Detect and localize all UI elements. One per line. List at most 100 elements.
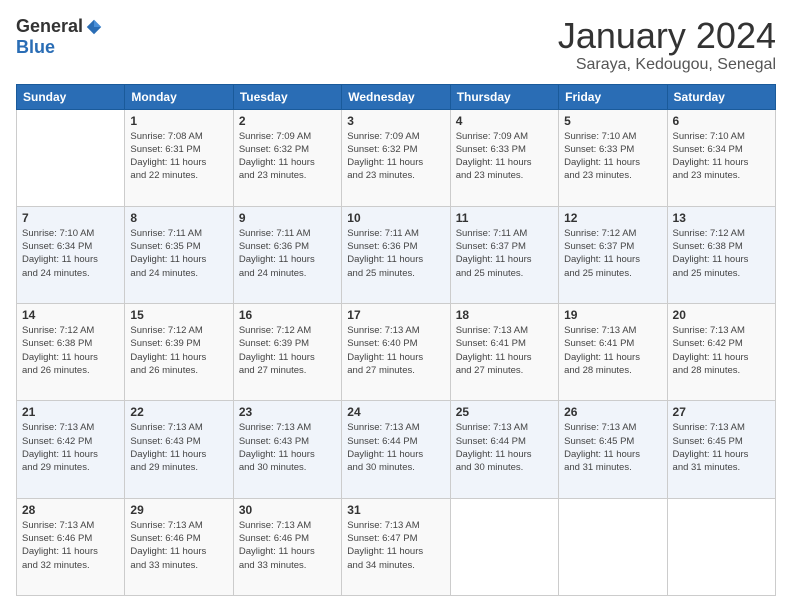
- day-number: 11: [456, 211, 553, 225]
- day-number: 5: [564, 114, 661, 128]
- day-cell: 5 Sunrise: 7:10 AMSunset: 6:33 PMDaylight…: [559, 109, 667, 206]
- day-cell: 24 Sunrise: 7:13 AMSunset: 6:44 PMDayligh…: [342, 401, 450, 498]
- day-number: 7: [22, 211, 119, 225]
- day-info: Sunrise: 7:11 AMSunset: 6:36 PMDaylight:…: [347, 227, 444, 280]
- location-subtitle: Saraya, Kedougou, Senegal: [558, 56, 776, 74]
- day-cell: 2 Sunrise: 7:09 AMSunset: 6:32 PMDaylight…: [233, 109, 341, 206]
- day-info: Sunrise: 7:12 AMSunset: 6:39 PMDaylight:…: [130, 324, 227, 377]
- day-info: Sunrise: 7:13 AMSunset: 6:45 PMDaylight:…: [673, 421, 770, 474]
- header-wednesday: Wednesday: [342, 84, 450, 109]
- day-cell: [559, 498, 667, 595]
- day-number: 12: [564, 211, 661, 225]
- day-number: 26: [564, 405, 661, 419]
- day-info: Sunrise: 7:13 AMSunset: 6:43 PMDaylight:…: [130, 421, 227, 474]
- day-info: Sunrise: 7:13 AMSunset: 6:44 PMDaylight:…: [456, 421, 553, 474]
- day-number: 19: [564, 308, 661, 322]
- day-number: 15: [130, 308, 227, 322]
- day-number: 2: [239, 114, 336, 128]
- day-cell: 13Sunrise: 7:12 AMSunset: 6:38 PMDayligh…: [667, 206, 775, 303]
- day-number: 9: [239, 211, 336, 225]
- week-row-4: 28 Sunrise: 7:13 AMSunset: 6:46 PMDayligh…: [17, 498, 776, 595]
- day-info: Sunrise: 7:13 AMSunset: 6:46 PMDaylight:…: [239, 519, 336, 572]
- calendar-table: Sunday Monday Tuesday Wednesday Thursday…: [16, 84, 776, 596]
- day-number: 10: [347, 211, 444, 225]
- header-row: Sunday Monday Tuesday Wednesday Thursday…: [17, 84, 776, 109]
- day-info: Sunrise: 7:12 AMSunset: 6:39 PMDaylight:…: [239, 324, 336, 377]
- day-cell: 14 Sunrise: 7:12 AMSunset: 6:38 PMDayligh…: [17, 304, 125, 401]
- day-cell: 18 Sunrise: 7:13 AMSunset: 6:41 PMDayligh…: [450, 304, 558, 401]
- day-info: Sunrise: 7:13 AMSunset: 6:42 PMDaylight:…: [22, 421, 119, 474]
- day-cell: 27 Sunrise: 7:13 AMSunset: 6:45 PMDayligh…: [667, 401, 775, 498]
- day-number: 6: [673, 114, 770, 128]
- day-cell: 1Sunrise: 7:08 AMSunset: 6:31 PMDaylight…: [125, 109, 233, 206]
- day-number: 4: [456, 114, 553, 128]
- day-info: Sunrise: 7:11 AMSunset: 6:36 PMDaylight:…: [239, 227, 336, 280]
- day-number: 30: [239, 503, 336, 517]
- header-sunday: Sunday: [17, 84, 125, 109]
- week-row-3: 21 Sunrise: 7:13 AMSunset: 6:42 PMDayligh…: [17, 401, 776, 498]
- day-cell: [450, 498, 558, 595]
- day-info: Sunrise: 7:11 AMSunset: 6:35 PMDaylight:…: [130, 227, 227, 280]
- day-info: Sunrise: 7:10 AMSunset: 6:34 PMDaylight:…: [673, 130, 770, 183]
- header-thursday: Thursday: [450, 84, 558, 109]
- header-saturday: Saturday: [667, 84, 775, 109]
- day-cell: 10 Sunrise: 7:11 AMSunset: 6:36 PMDayligh…: [342, 206, 450, 303]
- day-cell: 12Sunrise: 7:12 AMSunset: 6:37 PMDayligh…: [559, 206, 667, 303]
- day-info: Sunrise: 7:13 AMSunset: 6:44 PMDaylight:…: [347, 421, 444, 474]
- day-cell: 8Sunrise: 7:11 AMSunset: 6:35 PMDaylight…: [125, 206, 233, 303]
- day-info: Sunrise: 7:10 AMSunset: 6:33 PMDaylight:…: [564, 130, 661, 183]
- day-cell: [17, 109, 125, 206]
- day-info: Sunrise: 7:09 AMSunset: 6:33 PMDaylight:…: [456, 130, 553, 183]
- week-row-0: 1Sunrise: 7:08 AMSunset: 6:31 PMDaylight…: [17, 109, 776, 206]
- header-friday: Friday: [559, 84, 667, 109]
- logo-blue-text: Blue: [16, 37, 55, 57]
- day-cell: 29 Sunrise: 7:13 AMSunset: 6:46 PMDayligh…: [125, 498, 233, 595]
- day-number: 29: [130, 503, 227, 517]
- month-title: January 2024: [558, 16, 776, 56]
- day-info: Sunrise: 7:13 AMSunset: 6:41 PMDaylight:…: [456, 324, 553, 377]
- day-info: Sunrise: 7:09 AMSunset: 6:32 PMDaylight:…: [239, 130, 336, 183]
- day-info: Sunrise: 7:11 AMSunset: 6:37 PMDaylight:…: [456, 227, 553, 280]
- day-cell: 4 Sunrise: 7:09 AMSunset: 6:33 PMDaylight…: [450, 109, 558, 206]
- day-number: 20: [673, 308, 770, 322]
- day-cell: 28 Sunrise: 7:13 AMSunset: 6:46 PMDayligh…: [17, 498, 125, 595]
- day-cell: 20 Sunrise: 7:13 AMSunset: 6:42 PMDayligh…: [667, 304, 775, 401]
- logo: General Blue: [16, 16, 103, 58]
- day-cell: 30 Sunrise: 7:13 AMSunset: 6:46 PMDayligh…: [233, 498, 341, 595]
- day-cell: 6 Sunrise: 7:10 AMSunset: 6:34 PMDaylight…: [667, 109, 775, 206]
- day-info: Sunrise: 7:12 AMSunset: 6:38 PMDaylight:…: [673, 227, 770, 280]
- day-cell: 23 Sunrise: 7:13 AMSunset: 6:43 PMDayligh…: [233, 401, 341, 498]
- day-number: 21: [22, 405, 119, 419]
- day-info: Sunrise: 7:08 AMSunset: 6:31 PMDaylight:…: [130, 130, 227, 183]
- day-cell: 15 Sunrise: 7:12 AMSunset: 6:39 PMDayligh…: [125, 304, 233, 401]
- day-number: 24: [347, 405, 444, 419]
- day-cell: 11 Sunrise: 7:11 AMSunset: 6:37 PMDayligh…: [450, 206, 558, 303]
- day-number: 28: [22, 503, 119, 517]
- day-number: 22: [130, 405, 227, 419]
- day-info: Sunrise: 7:13 AMSunset: 6:43 PMDaylight:…: [239, 421, 336, 474]
- day-info: Sunrise: 7:13 AMSunset: 6:47 PMDaylight:…: [347, 519, 444, 572]
- day-cell: 19Sunrise: 7:13 AMSunset: 6:41 PMDayligh…: [559, 304, 667, 401]
- day-info: Sunrise: 7:09 AMSunset: 6:32 PMDaylight:…: [347, 130, 444, 183]
- day-number: 18: [456, 308, 553, 322]
- day-info: Sunrise: 7:12 AMSunset: 6:38 PMDaylight:…: [22, 324, 119, 377]
- day-number: 16: [239, 308, 336, 322]
- day-info: Sunrise: 7:10 AMSunset: 6:34 PMDaylight:…: [22, 227, 119, 280]
- day-number: 31: [347, 503, 444, 517]
- day-cell: [667, 498, 775, 595]
- day-number: 23: [239, 405, 336, 419]
- day-info: Sunrise: 7:13 AMSunset: 6:42 PMDaylight:…: [673, 324, 770, 377]
- day-number: 14: [22, 308, 119, 322]
- day-number: 17: [347, 308, 444, 322]
- day-cell: 31 Sunrise: 7:13 AMSunset: 6:47 PMDayligh…: [342, 498, 450, 595]
- day-number: 27: [673, 405, 770, 419]
- week-row-2: 14 Sunrise: 7:12 AMSunset: 6:38 PMDayligh…: [17, 304, 776, 401]
- day-cell: 3Sunrise: 7:09 AMSunset: 6:32 PMDaylight…: [342, 109, 450, 206]
- day-info: Sunrise: 7:13 AMSunset: 6:46 PMDaylight:…: [22, 519, 119, 572]
- day-cell: 7 Sunrise: 7:10 AMSunset: 6:34 PMDaylight…: [17, 206, 125, 303]
- day-number: 25: [456, 405, 553, 419]
- header-monday: Monday: [125, 84, 233, 109]
- day-info: Sunrise: 7:13 AMSunset: 6:46 PMDaylight:…: [130, 519, 227, 572]
- page: General Blue January 2024 Saraya, Kedoug…: [0, 0, 792, 612]
- day-cell: 21 Sunrise: 7:13 AMSunset: 6:42 PMDayligh…: [17, 401, 125, 498]
